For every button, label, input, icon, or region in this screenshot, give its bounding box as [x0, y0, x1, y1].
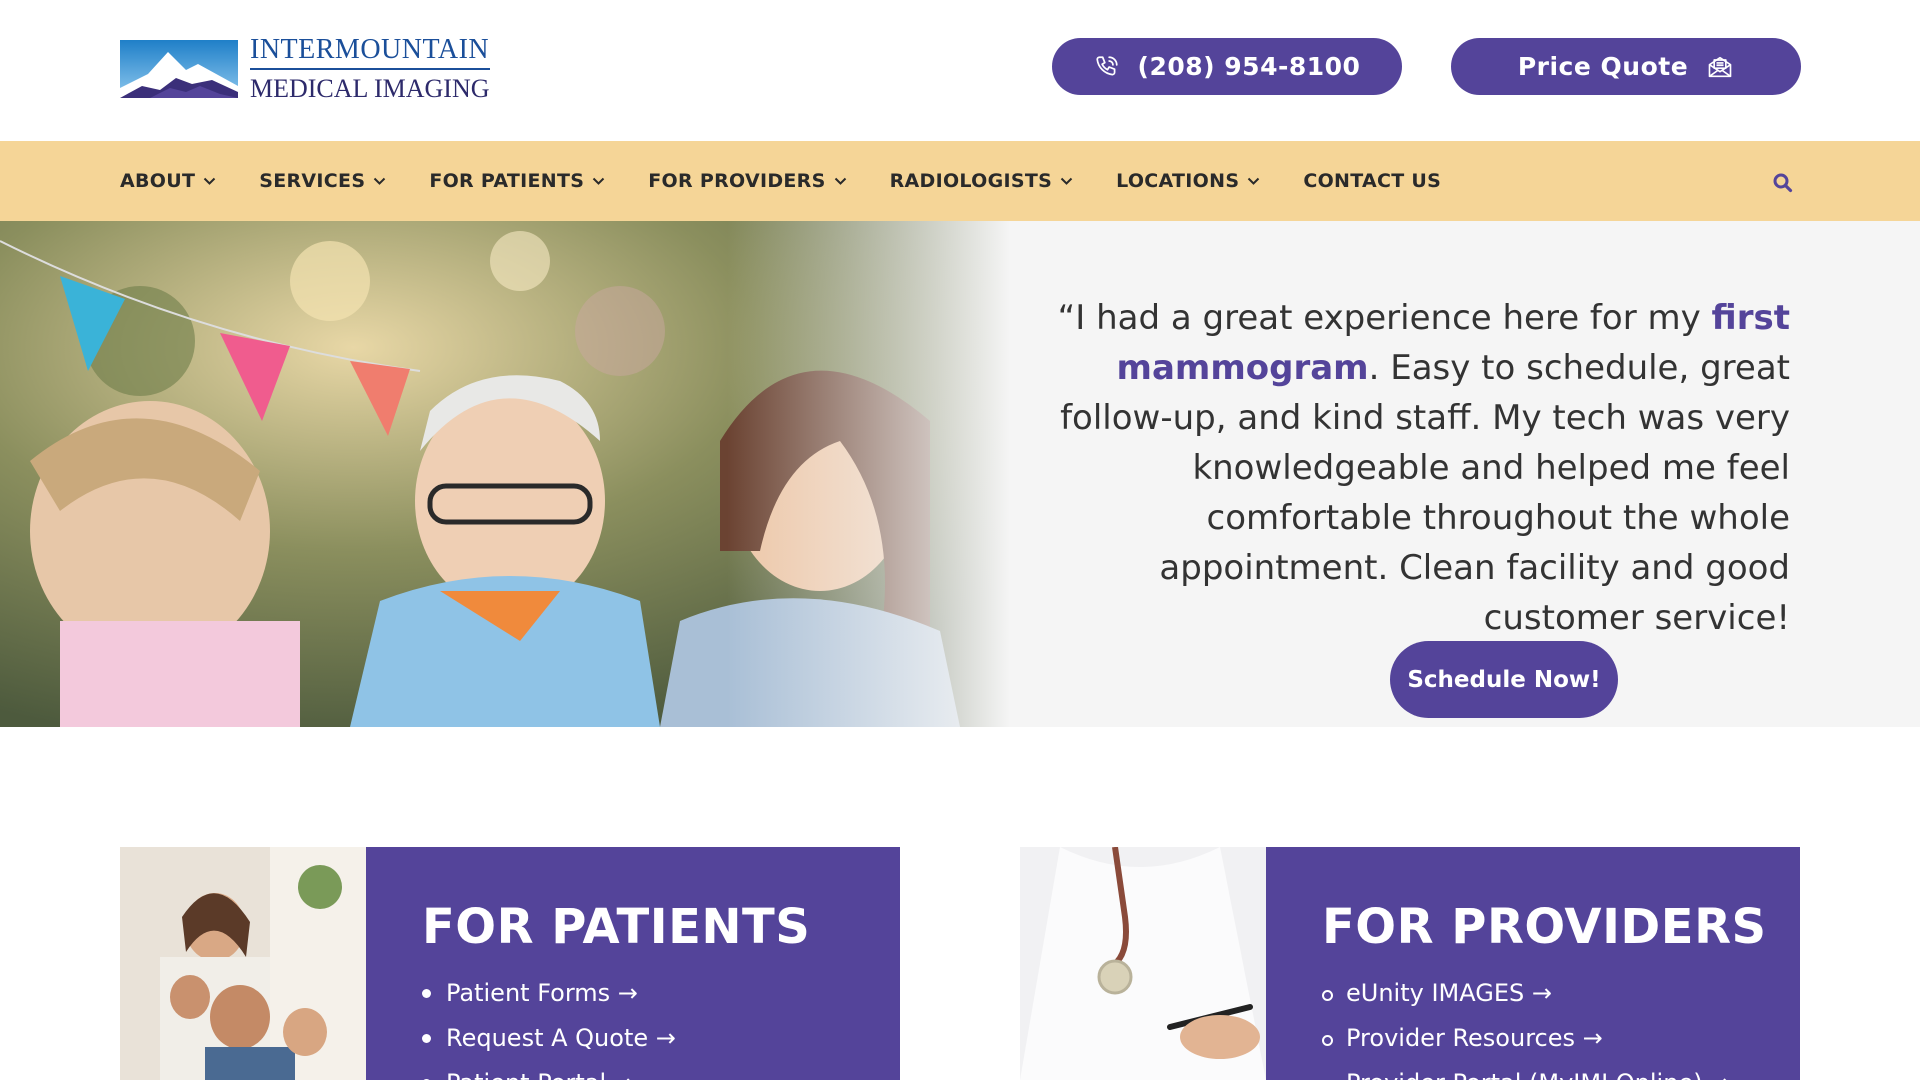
nav-label: FOR PATIENTS: [429, 170, 585, 192]
card-title: FOR PATIENTS: [422, 899, 811, 955]
chevron-down-icon: [204, 177, 216, 185]
request-a-quote-link[interactable]: Request A Quote →: [422, 1016, 676, 1061]
nav-label: SERVICES: [259, 170, 366, 192]
providers-doctor-photo: [1020, 847, 1266, 1080]
patient-links: Patient Forms → Request A Quote → Patien…: [422, 971, 676, 1080]
nav-label: LOCATIONS: [1116, 170, 1240, 192]
main-navigation: ABOUT SERVICES FOR PATIENTS FOR PROVIDER…: [0, 141, 1920, 221]
chevron-down-icon: [593, 177, 605, 185]
provider-portal-link[interactable]: Provider Portal (MyIMI Online) →: [1322, 1061, 1730, 1080]
quote-text-end: . Easy to schedule, great follow-up, and…: [1060, 348, 1790, 638]
schedule-now-button[interactable]: Schedule Now!: [1390, 641, 1618, 718]
nav-item-locations[interactable]: LOCATIONS: [1116, 170, 1260, 192]
quote-text-start: “I had a great experience here for my: [1057, 298, 1712, 338]
site-header: INTERMOUNTAIN MEDICAL IMAGING (208) 954-…: [0, 0, 1920, 141]
nav-item-about[interactable]: ABOUT: [120, 170, 216, 192]
phone-number: (208) 954-8100: [1137, 52, 1361, 81]
nav-label: CONTACT US: [1303, 170, 1442, 192]
card-title: FOR PROVIDERS: [1322, 899, 1767, 955]
price-quote-label: Price Quote: [1517, 52, 1689, 81]
price-quote-button[interactable]: Price Quote: [1451, 38, 1801, 95]
hero-family-photo: [0, 221, 1010, 727]
nav-label: ABOUT: [120, 170, 196, 192]
chevron-down-icon: [374, 177, 386, 185]
search-icon[interactable]: [1772, 172, 1794, 194]
nav-label: RADIOLOGISTS: [889, 170, 1053, 192]
logo-line2: MEDICAL IMAGING: [250, 74, 490, 103]
logo-line1: INTERMOUNTAIN: [250, 36, 490, 70]
patient-portal-link[interactable]: Patient Portal →: [422, 1061, 676, 1080]
nav-item-contact-us[interactable]: CONTACT US: [1303, 170, 1441, 192]
site-logo[interactable]: INTERMOUNTAIN MEDICAL IMAGING: [120, 36, 490, 102]
envelope-open-icon: [1708, 56, 1732, 77]
testimonial-hero: “I had a great experience here for my fi…: [0, 221, 1920, 727]
nav-item-services[interactable]: SERVICES: [259, 170, 386, 192]
for-patients-card: FOR PATIENTS Patient Forms → Request A Q…: [120, 847, 900, 1080]
patients-family-photo: [120, 847, 366, 1080]
nav-label: FOR PROVIDERS: [648, 170, 826, 192]
for-providers-card: FOR PROVIDERS eUnity IMAGES → Provider R…: [1020, 847, 1800, 1080]
nav-item-for-providers[interactable]: FOR PROVIDERS: [648, 170, 846, 192]
chevron-down-icon: [1060, 177, 1073, 185]
mountain-logo-icon: [120, 40, 238, 98]
nav-item-for-patients[interactable]: FOR PATIENTS: [429, 170, 605, 192]
eunity-images-link[interactable]: eUnity IMAGES →: [1322, 971, 1730, 1016]
patient-forms-link[interactable]: Patient Forms →: [422, 971, 676, 1016]
testimonial-quote: “I had a great experience here for my fi…: [1010, 293, 1790, 643]
provider-links: eUnity IMAGES → Provider Resources → Pro…: [1322, 971, 1730, 1080]
chevron-down-icon: [1248, 177, 1260, 185]
chevron-down-icon: [834, 177, 846, 185]
provider-resources-link[interactable]: Provider Resources →: [1322, 1016, 1730, 1061]
phone-icon: [1095, 55, 1118, 75]
phone-button[interactable]: (208) 954-8100: [1052, 38, 1402, 95]
nav-item-radiologists[interactable]: RADIOLOGISTS: [890, 170, 1074, 192]
